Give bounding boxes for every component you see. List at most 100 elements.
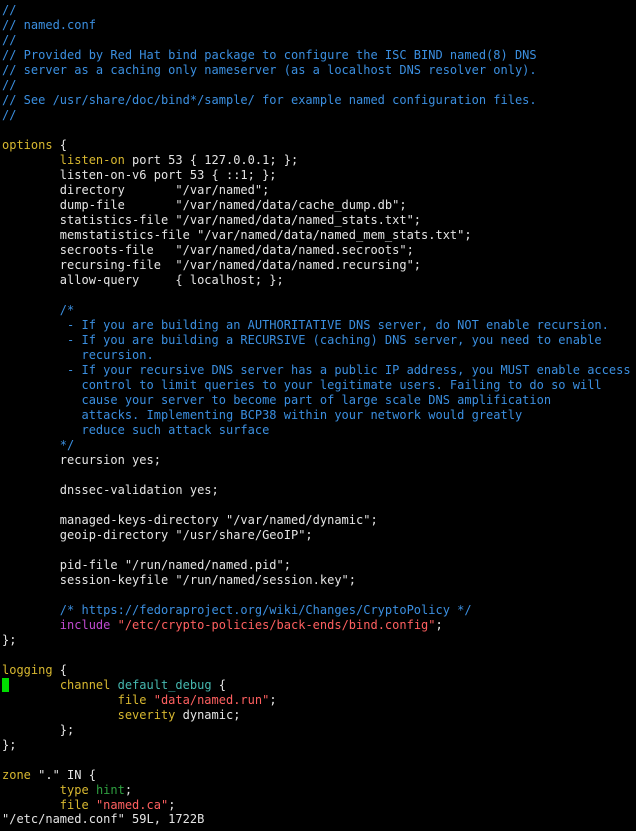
code-token: allow-query { localhost; }; — [2, 273, 284, 287]
code-token: cause your server to become part of larg… — [2, 393, 552, 407]
code-line: statistics-file "/var/named/data/named_s… — [2, 213, 636, 228]
code-line: pid-file "/run/named/named.pid"; — [2, 558, 636, 573]
code-token: hint — [95, 783, 125, 797]
code-line: managed-keys-directory "/var/named/dynam… — [2, 513, 636, 528]
code-token: type — [59, 783, 89, 797]
code-line: */ — [2, 438, 636, 453]
code-token: { — [52, 138, 68, 152]
terminal-window[interactable]: //// named.conf//// Provided by Red Hat … — [0, 0, 636, 831]
code-line: }; — [2, 633, 636, 648]
code-line: type hint; — [2, 783, 636, 798]
code-line: // — [2, 108, 636, 123]
code-token: /* — [2, 303, 75, 317]
code-line: geoip-directory "/usr/share/GeoIP"; — [2, 528, 636, 543]
code-token: ; — [168, 798, 176, 812]
code-token: recursion yes; — [2, 453, 161, 467]
code-line: listen-on-v6 port 53 { ::1; }; — [2, 168, 636, 183]
code-token: listen-on-v6 port 53 { ::1; }; — [2, 168, 277, 182]
code-line: - If your recursive DNS server has a pub… — [2, 363, 636, 378]
code-token: }; — [2, 633, 17, 647]
code-token: "." IN { — [30, 768, 96, 782]
code-token: { — [211, 678, 226, 692]
code-line: - If you are building a RECURSIVE (cachi… — [2, 333, 636, 348]
code-token: memstatistics-file "/var/named/data/name… — [2, 228, 472, 242]
code-line: channel default_debug { — [2, 678, 636, 693]
code-token: channel — [59, 678, 111, 692]
code-token: statistics-file "/var/named/data/named_s… — [2, 213, 422, 227]
code-line: reduce such attack surface — [2, 423, 636, 438]
code-token: // named.conf — [2, 18, 96, 32]
code-token: /* https://fedoraproject.org/wiki/Change… — [2, 603, 472, 617]
code-token: managed-keys-directory "/var/named/dynam… — [2, 513, 378, 527]
code-line: // server as a caching only nameserver (… — [2, 63, 636, 78]
code-token: // server as a caching only nameserver (… — [2, 63, 537, 77]
code-line: - If you are building an AUTHORITATIVE D… — [2, 318, 636, 333]
code-token: "named.ca" — [95, 798, 169, 812]
code-token: reduce such attack surface — [2, 423, 270, 437]
code-line: }; — [2, 723, 636, 738]
code-token: options — [2, 138, 53, 152]
code-token: directory "/var/named"; — [2, 183, 270, 197]
code-token: dynamic; — [175, 708, 241, 722]
code-token: attacks. Implementing BCP38 within your … — [2, 408, 523, 422]
code-token: recursion. — [2, 348, 154, 362]
code-line: zone "." IN { — [2, 768, 636, 783]
code-line: // named.conf — [2, 18, 636, 33]
code-line: listen-on port 53 { 127.0.0.1; }; — [2, 153, 636, 168]
code-token: // — [2, 33, 17, 47]
code-line: logging { — [2, 663, 636, 678]
code-line: // See /usr/share/doc/bind*/sample/ for … — [2, 93, 636, 108]
code-token: default_debug — [117, 678, 212, 692]
code-token: listen-on — [59, 153, 125, 167]
code-line: directory "/var/named"; — [2, 183, 636, 198]
code-line: session-keyfile "/run/named/session.key"… — [2, 573, 636, 588]
code-token: // Provided by Red Hat bind package to c… — [2, 48, 537, 62]
code-line: /* — [2, 303, 636, 318]
code-line: severity dynamic; — [2, 708, 636, 723]
code-line: file "data/named.run"; — [2, 693, 636, 708]
code-line: }; — [2, 738, 636, 753]
code-token: "data/named.run" — [153, 693, 270, 707]
code-token: zone — [2, 768, 31, 782]
code-token: */ — [2, 438, 75, 452]
code-token: - If you are building a RECURSIVE (cachi… — [2, 333, 602, 347]
code-token: file — [117, 693, 147, 707]
code-line: options { — [2, 138, 636, 153]
code-token: pid-file "/run/named/named.pid"; — [2, 558, 291, 572]
code-line: dump-file "/var/named/data/cache_dump.db… — [2, 198, 636, 213]
code-token: ; — [124, 783, 133, 797]
code-line: recursing-file "/var/named/data/named.re… — [2, 258, 636, 273]
code-line: recursion yes; — [2, 453, 636, 468]
code-line: cause your server to become part of larg… — [2, 393, 636, 408]
code-token: include — [59, 618, 111, 632]
code-line: // — [2, 3, 636, 18]
code-line: /* https://fedoraproject.org/wiki/Change… — [2, 603, 636, 618]
code-token: file — [59, 798, 89, 812]
code-token: - If your recursive DNS server has a pub… — [2, 363, 631, 377]
code-line: attacks. Implementing BCP38 within your … — [2, 408, 636, 423]
code-token: // — [2, 3, 17, 17]
code-token: recursing-file "/var/named/data/named.re… — [2, 258, 422, 272]
code-line: allow-query { localhost; }; — [2, 273, 636, 288]
editor-buffer[interactable]: //// named.conf//// Provided by Red Hat … — [2, 3, 636, 813]
code-token: "/etc/crypto-policies/back-ends/bind.con… — [117, 618, 436, 632]
code-line: include "/etc/crypto-policies/back-ends/… — [2, 618, 636, 633]
code-token: secroots-file "/var/named/data/named.sec… — [2, 243, 414, 257]
code-token: session-keyfile "/run/named/session.key"… — [2, 573, 357, 587]
code-token: logging — [2, 663, 53, 677]
